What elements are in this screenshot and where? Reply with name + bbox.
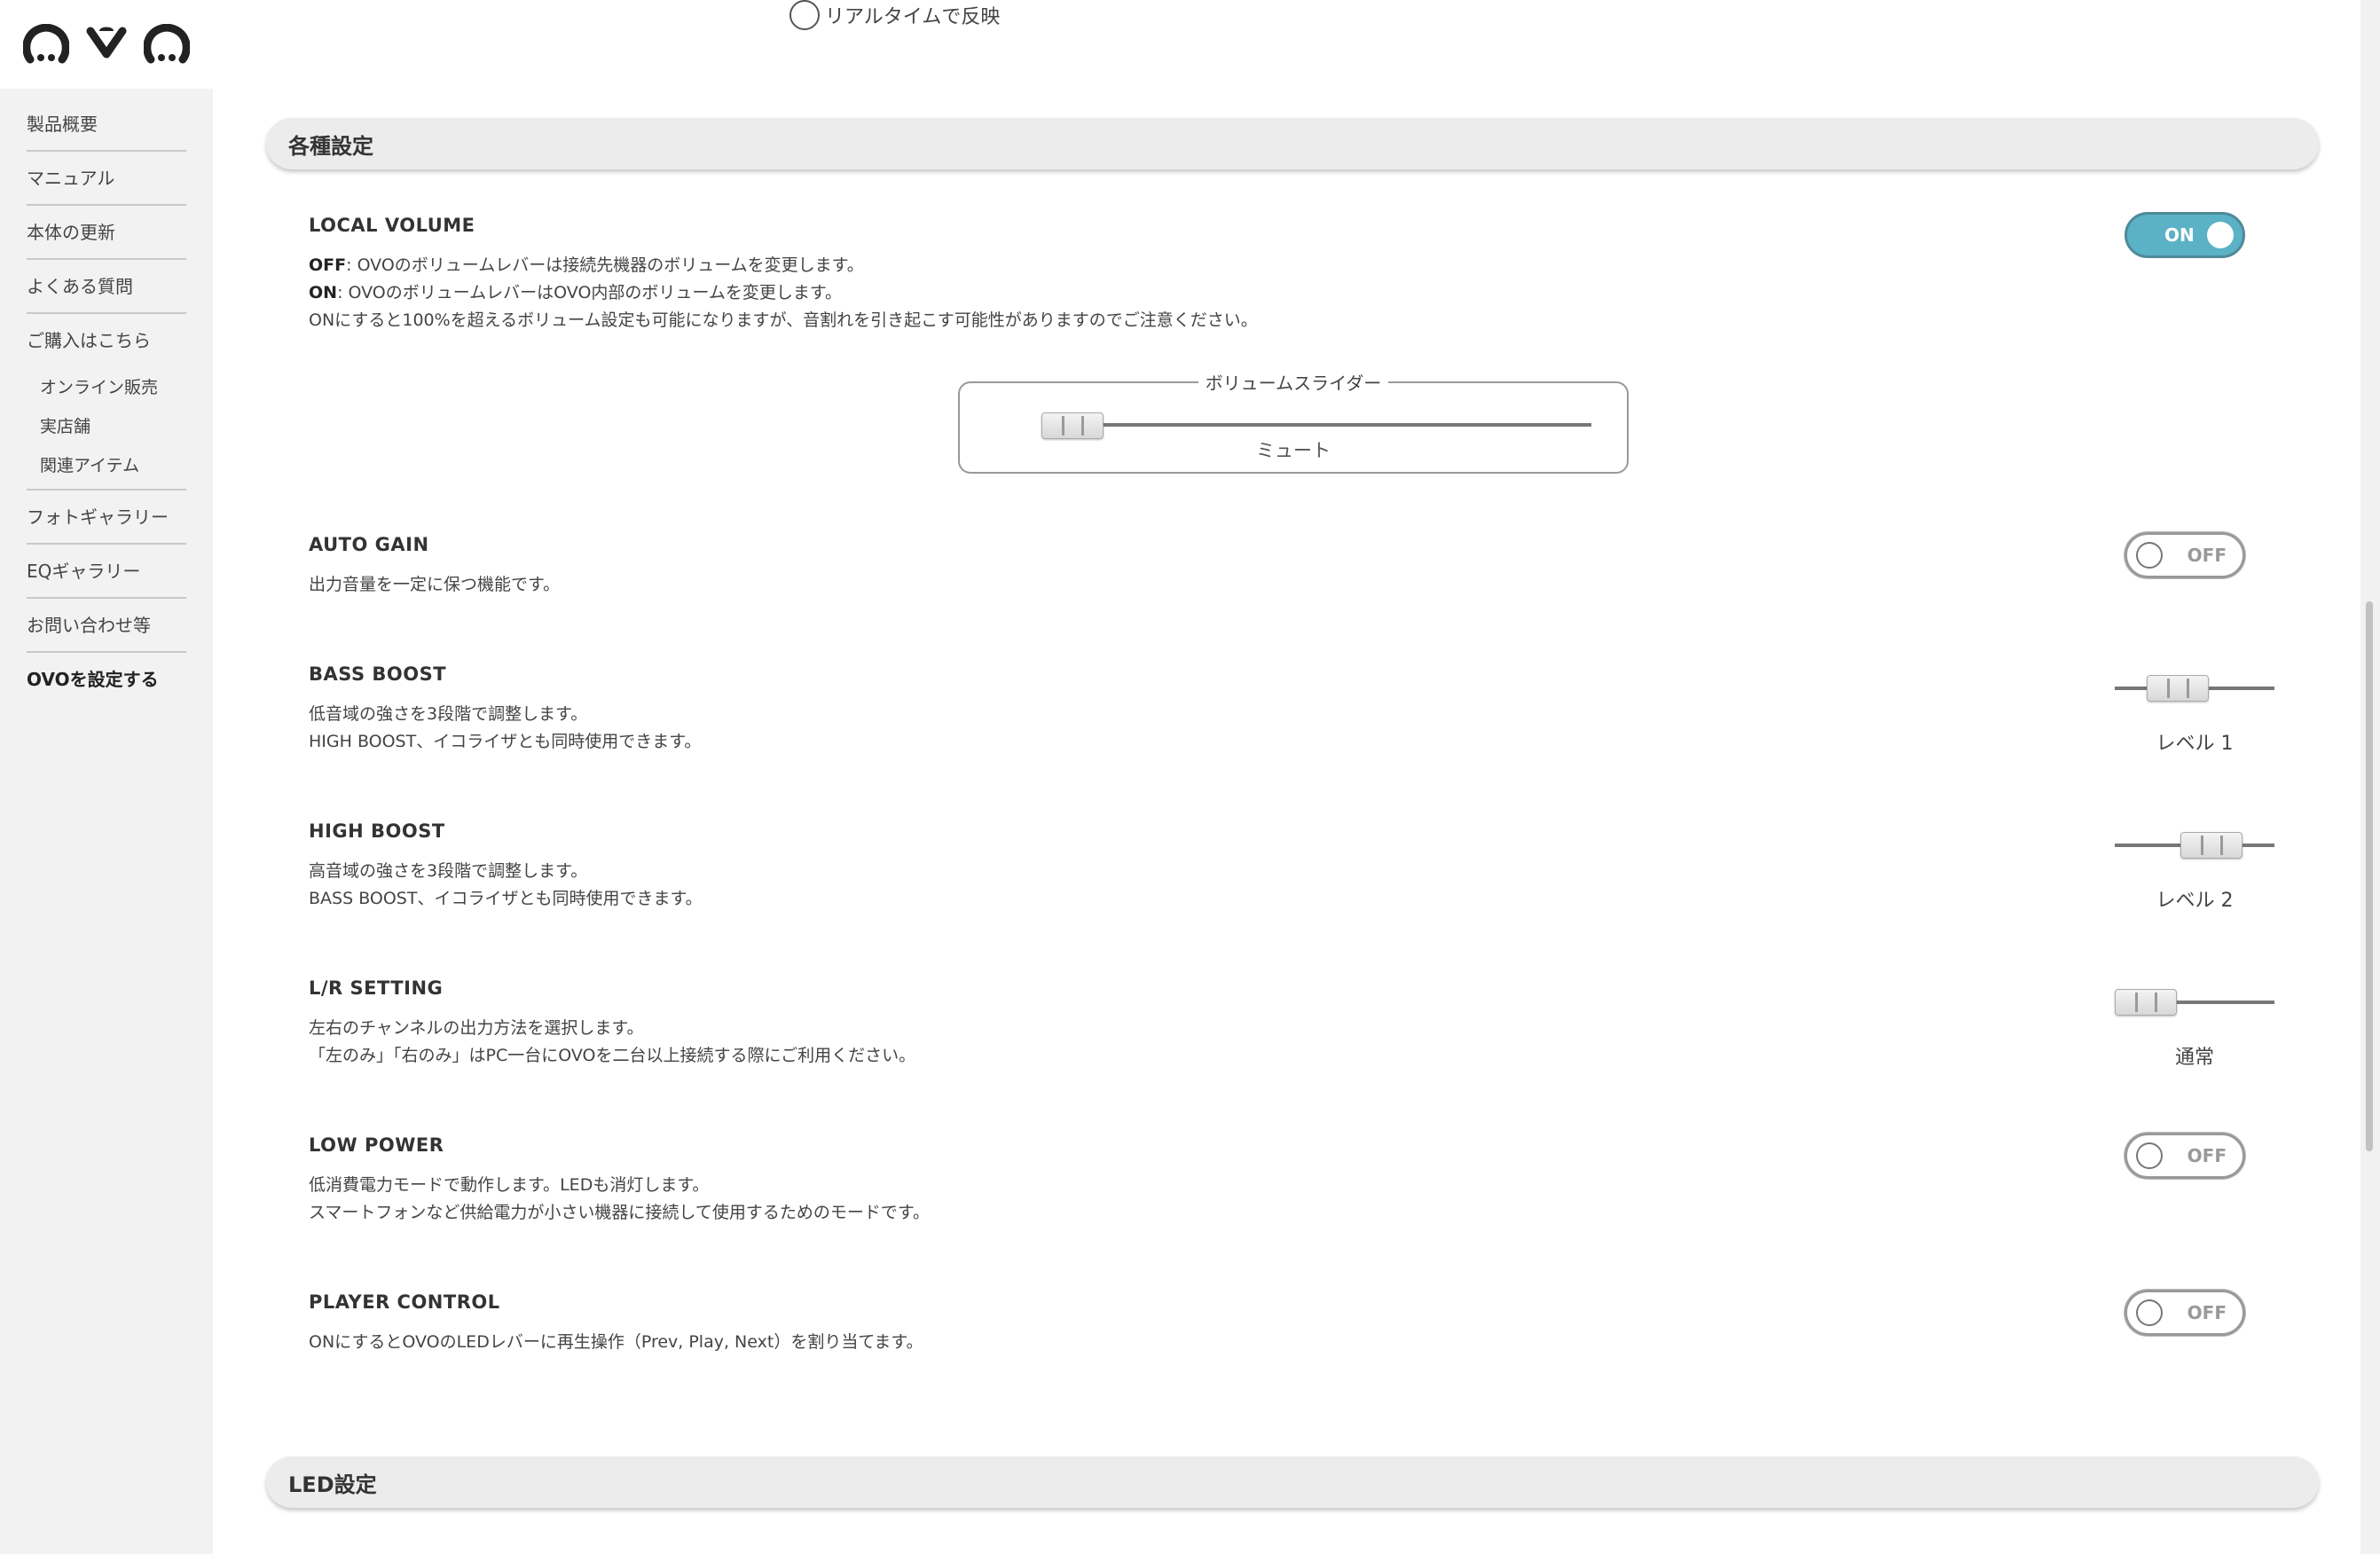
toggle-knob [2136,1299,2163,1326]
sidebar-item-configure[interactable]: OVOを設定する [27,653,186,707]
logo-v-icon [86,27,127,59]
setting-description: OFF: OVOのボリュームレバーは接続先機器のボリュームを変更します。 ON:… [309,252,2260,334]
toggle-label: OFF [2187,1302,2227,1323]
setting-description: 出力音量を一定に保つ機能です。 [309,575,561,594]
toggle-knob [2136,1142,2163,1169]
setting-high-boost: HIGH BOOST 高音域の強さを3段階で調整します。 BASS BOOST、… [309,820,2260,913]
logo-o-right-icon [144,24,190,64]
setting-description: 低音域の強さを3段階で調整します。 HIGH BOOST、イコライザとも同時使用… [309,704,702,751]
realtime-radio[interactable] [789,0,820,30]
volume-slider-track[interactable] [1041,423,1591,427]
realtime-label: リアルタイムで反映 [825,6,1001,28]
ovo-logo[interactable] [0,0,213,89]
logo-o-left-icon [23,24,69,64]
sidebar-item-product[interactable]: 製品概要 [27,98,186,152]
sidebar-item-photo-gallery[interactable]: フォトギャラリー [27,491,186,545]
setting-player-control: PLAYER CONTROL ONにするとOVOのLEDレバーに再生操作（Pre… [309,1291,2260,1356]
setting-description: 左右のチャンネルの出力方法を選択します。 「左のみ」「右のみ」はPC一台にOVO… [309,1018,916,1065]
scrollbar-thumb[interactable] [2366,601,2373,1151]
sidebar-item-eq-gallery[interactable]: EQギャラリー [27,545,186,599]
sidebar-item-purchase[interactable]: ご購入はこちら [27,314,186,368]
on-key: ON [309,283,338,302]
bass-boost-slider[interactable] [2115,675,2274,702]
slider-thumb[interactable] [2115,989,2177,1016]
section-title-various: 各種設定 [288,133,373,159]
section-header-led[interactable]: LED設定 [266,1456,2319,1508]
volume-slider-thumb[interactable] [1041,412,1104,439]
toggle-label: ON [2164,224,2195,246]
setting-lr: L/R SETTING 左右のチャンネルの出力方法を選択します。 「左のみ」「右… [309,977,2260,1070]
volume-slider-legend: ボリュームスライダー [960,369,1627,395]
toggle-label: OFF [2187,545,2227,566]
setting-title: HIGH BOOST [309,820,445,842]
slider-thumb[interactable] [2180,832,2243,859]
setting-title: L/R SETTING [309,977,444,999]
setting-low-power: LOW POWER 低消費電力モードで動作します。LEDも消灯します。 スマート… [309,1134,2260,1227]
sidebar-purchase-subitems: オンライン販売 実店舗 関連アイテム [27,368,186,491]
slider-thumb[interactable] [2147,675,2209,702]
setting-local-volume: LOCAL VOLUME OFF: OVOのボリュームレバーは接続先機器のボリュ… [309,215,2260,334]
realtime-option[interactable]: リアルタイムで反映 [789,0,1000,30]
volume-slider-value: ミュート [1256,440,1331,461]
bass-boost-value: レベル 1 [2156,733,2234,755]
volume-slider-box: ボリュームスライダー ミュート [958,373,1629,474]
setting-auto-gain: AUTO GAIN 出力音量を一定に保つ機能です。 [309,534,2260,599]
setting-bass-boost: BASS BOOST 低音域の強さを3段階で調整します。 HIGH BOOST、… [309,663,2260,756]
local-volume-toggle[interactable]: ON [2125,212,2245,258]
toggle-label: OFF [2187,1145,2227,1166]
sidebar-item-contact[interactable]: お問い合わせ等 [27,599,186,653]
toggle-knob [2136,542,2163,569]
setting-title: BASS BOOST [309,663,447,685]
sidebar-item-manual[interactable]: マニュアル [27,152,186,206]
sidebar-nav: 製品概要 マニュアル 本体の更新 よくある質問 ご購入はこちら オンライン販売 … [0,89,213,707]
high-boost-value: レベル 2 [2156,890,2234,912]
setting-title: LOCAL VOLUME [309,215,475,236]
setting-description: 高音域の強さを3段階で調整します。 BASS BOOST、イコライザとも同時使用… [309,861,703,908]
player-control-toggle[interactable]: OFF [2125,1290,2245,1336]
setting-description: ONにするとOVOのLEDレバーに再生操作（Prev, Play, Next）を… [309,1332,923,1352]
sidebar-item-online-shop[interactable]: オンライン販売 [27,368,186,407]
lr-setting-value: 通常 [2174,1047,2214,1069]
lr-setting-slider[interactable] [2115,989,2274,1016]
setting-title: AUTO GAIN [309,534,429,555]
page-scrollbar[interactable] [2360,0,2380,1554]
setting-title: LOW POWER [309,1134,444,1156]
off-text: : OVOのボリュームレバーは接続先機器のボリュームを変更します。 [346,255,864,275]
sidebar-item-update[interactable]: 本体の更新 [27,206,186,260]
sidebar-item-faq[interactable]: よくある質問 [27,260,186,314]
toggle-knob [2207,222,2234,248]
sidebar-item-stores[interactable]: 実店舗 [27,407,186,446]
section-header-various[interactable]: 各種設定 [266,118,2319,169]
volume-note: ONにすると100%を超えるボリューム設定も可能になりますが、音割れを引き起こす… [309,310,1258,330]
sidebar-item-related-items[interactable]: 関連アイテム [27,446,186,485]
off-key: OFF [309,255,347,275]
auto-gain-toggle[interactable]: OFF [2125,532,2245,578]
high-boost-slider[interactable] [2115,832,2274,859]
main-content: リアルタイムで反映 各種設定 LOCAL VOLUME OFF: OVOのボリュ… [213,0,2380,1554]
sidebar: 製品概要 マニュアル 本体の更新 よくある質問 ご購入はこちら オンライン販売 … [0,0,213,1554]
low-power-toggle[interactable]: OFF [2125,1133,2245,1179]
setting-title: PLAYER CONTROL [309,1291,500,1313]
section-title-led: LED設定 [288,1472,377,1497]
on-text: : OVOのボリュームレバーはOVO内部のボリュームを変更します。 [337,283,842,302]
setting-description: 低消費電力モードで動作します。LEDも消灯します。 スマートフォンなど供給電力が… [309,1175,930,1222]
